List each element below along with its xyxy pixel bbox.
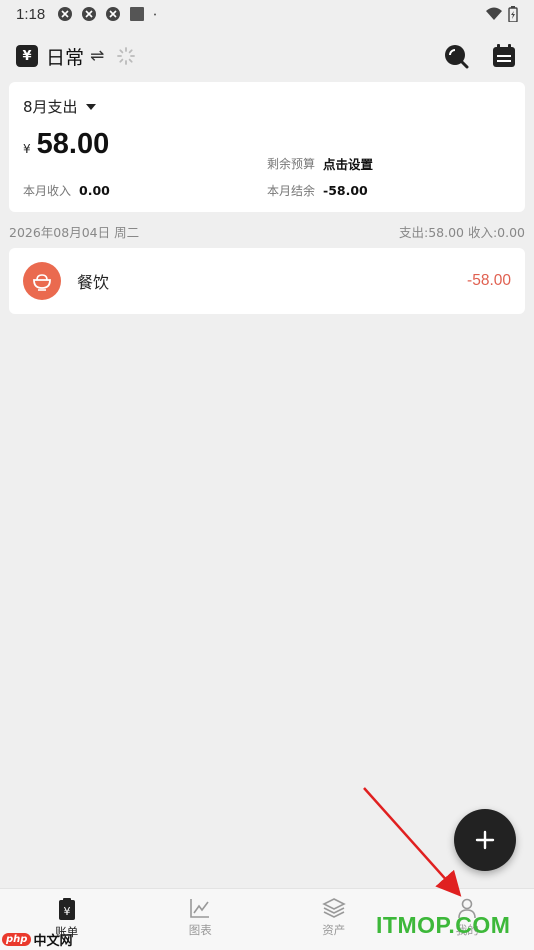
category-icon-badge	[23, 262, 61, 300]
search-icon	[445, 45, 469, 69]
balance-label: 本月结余	[267, 184, 316, 198]
budget-value[interactable]: 点击设置	[323, 154, 373, 173]
day-date: 2026年08月04日 周二	[9, 225, 140, 240]
add-entry-button[interactable]	[454, 809, 516, 871]
month-label: 8月支出	[23, 98, 78, 116]
list-item[interactable]: 餐饮 -58.00	[9, 248, 525, 314]
nav-label-assets: 资产	[322, 923, 346, 937]
day-totals: 支出:58.00 收入:0.00	[398, 225, 525, 240]
nav-label-chart: 图表	[188, 923, 212, 937]
watermark-php-badge: php	[2, 933, 32, 946]
calendar-icon	[493, 44, 515, 67]
balance-stat: 本月结余 -58.00	[267, 182, 368, 199]
income-stat: 本月收入 0.00	[23, 182, 110, 199]
bill-icon: ¥	[58, 898, 75, 920]
nav-item-chart[interactable]: 图表	[134, 889, 268, 950]
currency-symbol: ¥	[23, 142, 31, 156]
watermark-itmop: ITMOP.COM	[376, 912, 511, 938]
app-bar: ¥ 日常 ⇌	[0, 36, 534, 76]
day-group-header: 2026年08月04日 周二 支出:58.00 收入:0.00	[9, 222, 525, 241]
plus-icon	[475, 830, 495, 850]
watermark-php-text: 中文网	[33, 934, 73, 949]
loading-icon	[117, 47, 136, 65]
dot-icon	[154, 13, 157, 16]
layers-icon	[321, 898, 346, 918]
calendar-button[interactable]	[490, 42, 518, 70]
swap-icon[interactable]: ⇌	[90, 46, 104, 66]
app-notification-icon	[82, 7, 97, 21]
square-notification-icon	[130, 7, 145, 21]
search-button[interactable]	[442, 42, 470, 70]
caret-down-icon	[85, 103, 96, 110]
month-selector[interactable]: 8月支出	[23, 96, 511, 117]
chart-icon	[190, 899, 210, 918]
app-notification-icon	[58, 7, 73, 21]
balance-value: -58.00	[323, 183, 368, 198]
expense-total: ¥ 58.00	[23, 128, 109, 161]
svg-text:¥: ¥	[63, 905, 70, 918]
summary-card: 8月支出 ¥ 58.00 剩余预算 点击设置 本月收入 0.00 本月结余 -5…	[9, 82, 525, 212]
watermark-php: php 中文网	[2, 930, 72, 949]
wifi-icon	[486, 7, 502, 20]
battery-charging-icon	[508, 6, 518, 22]
book-badge[interactable]: ¥	[16, 45, 38, 67]
entry-amount: -58.00	[467, 272, 511, 289]
status-time: 1:18	[16, 5, 46, 23]
bowl-icon	[33, 274, 51, 291]
book-name[interactable]: 日常	[46, 43, 84, 70]
budget-label: 剩余预算	[267, 157, 316, 171]
app-notification-icon	[106, 7, 121, 21]
status-bar: 1:18	[0, 0, 534, 28]
budget-stat[interactable]: 剩余预算 点击设置	[267, 154, 373, 173]
income-label: 本月收入	[23, 184, 72, 198]
expense-amount: 58.00	[36, 128, 110, 160]
income-value: 0.00	[79, 183, 110, 198]
entry-category: 餐饮	[77, 273, 110, 292]
